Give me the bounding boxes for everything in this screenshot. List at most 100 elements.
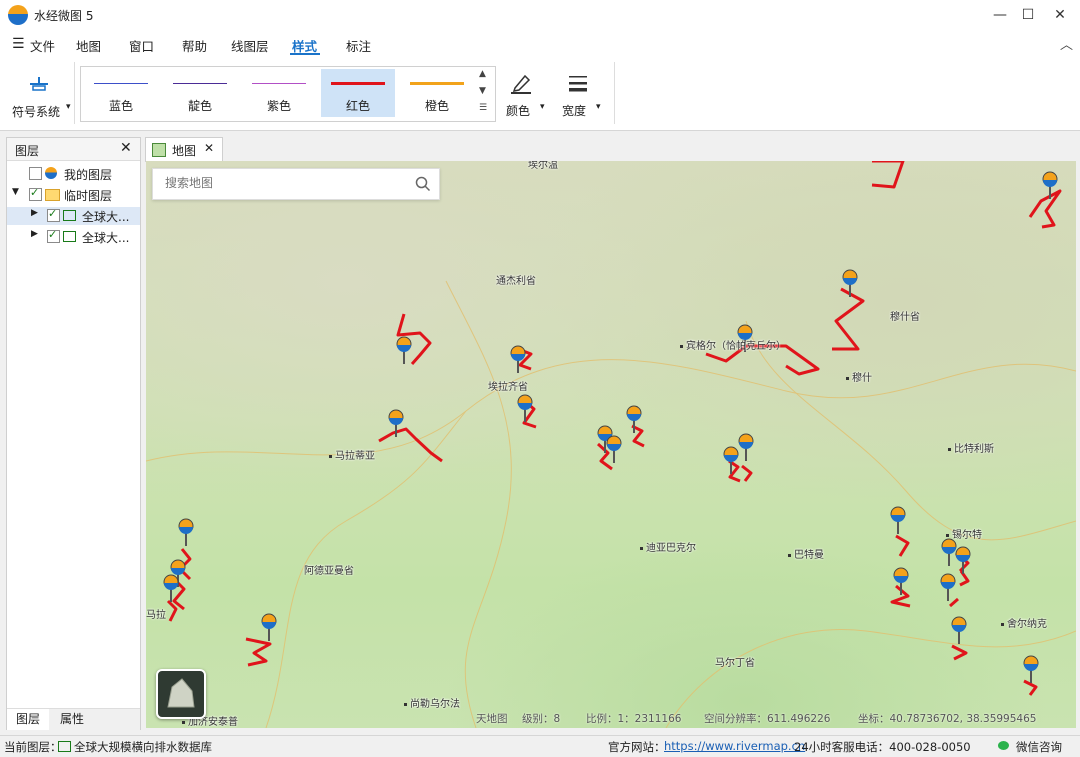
river-line [951,644,968,661]
close-button[interactable]: ✕ [1045,4,1075,26]
place-label: 阿德亚曼省 [304,566,354,577]
expand-arrow-icon[interactable]: ▶ [31,229,38,239]
river-line [871,161,905,189]
tab-properties[interactable]: 属性 [51,709,93,730]
map-overlay [146,161,1076,728]
tab-line-layer[interactable]: 线图层 [231,36,269,55]
river-line [832,287,865,351]
search-input[interactable] [163,175,407,191]
river-line [245,637,272,667]
status-bar: 当前图层： 全球大规模横向排水数据库 官方网站： https://www.riv… [0,735,1080,757]
checkbox[interactable] [29,186,42,201]
river-line [1028,189,1062,229]
tree-item-global-2[interactable]: ▶ 全球大... [7,228,140,246]
tab-annotation[interactable]: 标注 [346,36,371,55]
place-label: 舍尔纳克 [1001,615,1047,630]
map-search-box [152,168,440,200]
active-tab-indicator [290,53,320,55]
app-logo-icon [8,5,28,25]
point-layer-icon [63,231,76,242]
layers-panel-header: 图层 ✕ [7,138,140,161]
chevron-down-icon: ▾ [596,102,601,112]
layers-panel-title: 图层 [15,144,40,158]
style-indigo[interactable]: 靛色 [163,69,237,117]
map-marker-icon [510,345,526,373]
map-marker-icon [842,269,858,297]
style-label: 蓝色 [108,99,133,113]
minimize-button[interactable]: — [985,4,1015,26]
place-label: 通杰利省 [496,276,536,287]
expand-arrow-icon[interactable]: ▼ [12,187,19,197]
line-swatch [410,82,464,85]
river-line [166,599,178,622]
app-title: 水经微图 5 [34,9,94,23]
symbol-system-button[interactable]: 符号系统 ▾ [10,66,71,122]
style-label: 靛色 [187,99,212,113]
tab-help[interactable]: 帮助 [182,36,207,55]
close-tab-icon[interactable]: ✕ [204,141,214,155]
place-label: 锡尔特 [946,526,982,541]
style-red[interactable]: 红色 [321,69,395,117]
tree-item-my-layers[interactable]: 我的图层 [7,165,140,183]
maximize-button[interactable]: ☐ [1013,4,1043,26]
map-source: 天地图 [476,713,508,725]
style-blue[interactable]: 蓝色 [84,69,158,117]
place-label: 迪亚巴克尔 [640,539,696,554]
place-label: 埃拉齐省 [488,382,528,393]
checkbox[interactable] [47,207,60,222]
checkbox[interactable] [29,167,42,180]
place-label: 宾格尔（恰帕克丘尔） [680,337,786,352]
close-panel-icon[interactable]: ✕ [120,140,132,156]
gallery-down-icon[interactable]: ▼ [479,86,486,96]
tab-window[interactable]: 窗口 [129,36,154,55]
chevron-down-icon: ▾ [540,102,545,112]
river-lines [166,161,1062,696]
hotline-text: 24小时客服电话：400-028-0050 [794,740,971,754]
layers-panel: 图层 ✕ 我的图层 ▼ 临时图层 ▶ 全球大... ▶ 全球大... 图层 属性 [6,137,141,730]
place-label: 巴特曼 [788,546,824,561]
wechat-icon [998,741,1009,750]
place-label: 尚勒乌尔法 [404,695,460,710]
map-marker-icon [517,394,533,422]
wechat-consult-button[interactable]: 微信咨询 [1016,739,1062,755]
province-boundaries [146,280,1076,728]
map-markers [163,171,1058,683]
chevron-down-icon: ▾ [66,102,71,112]
width-button[interactable]: 宽度 ▾ [558,66,610,120]
search-icon[interactable] [415,176,431,192]
map-document-tab[interactable]: 地图 ✕ [145,137,223,162]
gallery-up-icon[interactable]: ▲ [479,69,486,79]
gallery-expand-icon[interactable]: ☰ [479,103,487,113]
map-marker-icon [178,518,194,546]
river-line [895,534,910,557]
tab-layers[interactable]: 图层 [7,709,49,730]
hamburger-menu-icon[interactable]: ☰ [12,36,25,52]
title-bar: 水经微图 5 — ☐ ✕ [0,0,1080,30]
line-swatch [173,83,227,84]
checkbox[interactable] [47,228,60,243]
panel-bottom-tabs: 图层 属性 [7,708,140,730]
map-marker-icon [738,433,754,461]
line-swatch [331,82,385,85]
style-purple[interactable]: 紫色 [242,69,316,117]
collapse-ribbon-icon[interactable]: ︿ [1060,34,1073,53]
spatial-resolution: 空间分辨率：611.496226 [704,713,831,725]
river-line [1023,679,1038,696]
place-label: 埃尔温 [528,161,558,171]
line-layer-icon [58,741,71,752]
line-layer-icon [63,210,76,221]
website-link[interactable]: https://www.rivermap.cn [664,739,805,753]
place-label: 比特利斯 [948,440,994,455]
tab-map[interactable]: 地图 [76,36,101,55]
tree-item-global-1[interactable]: ▶ 全球大... [7,207,140,225]
river-line [741,464,753,482]
tree-item-temp-layers[interactable]: ▼ 临时图层 [7,186,140,204]
color-button[interactable]: 颜色 ▾ [500,66,550,120]
map-marker-icon [951,616,967,644]
map-marker-icon [1023,655,1039,683]
map-canvas[interactable]: 埃尔温 通杰利省 宾格尔（恰帕克丘尔） 穆什省 埃拉齐省 穆什 马拉蒂亚 比特利… [146,161,1076,728]
file-menu[interactable]: 文件 [30,36,55,55]
line-style-gallery: 蓝色 靛色 紫色 红色 橙色 ▲ ▼ ☰ [80,66,496,122]
expand-arrow-icon[interactable]: ▶ [31,208,38,218]
style-orange[interactable]: 橙色 [400,69,474,117]
